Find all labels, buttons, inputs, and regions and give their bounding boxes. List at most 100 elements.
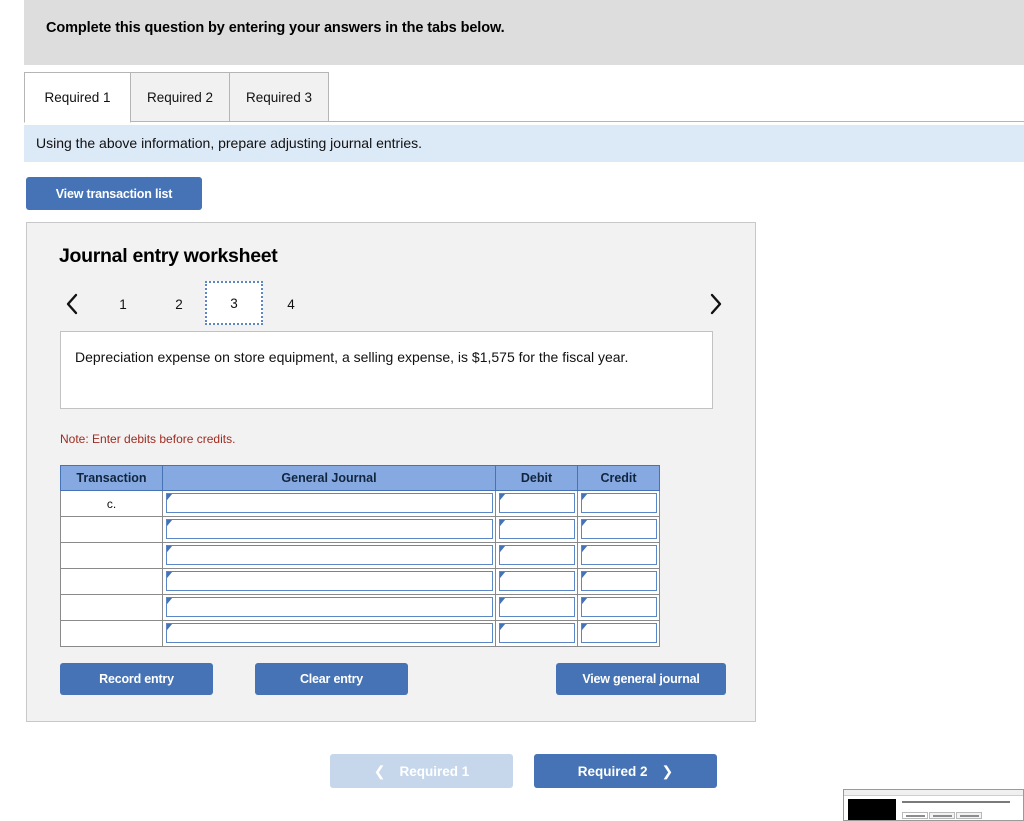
transaction-label-cell: [60, 542, 163, 569]
table-row: [60, 594, 660, 621]
view-transaction-list-button[interactable]: View transaction list: [26, 177, 202, 210]
journal-entry-worksheet-panel: Journal entry worksheet 1 2 3 4 Deprecia…: [26, 222, 756, 722]
chevron-right-icon[interactable]: [703, 287, 729, 321]
credit-input[interactable]: [581, 493, 657, 513]
general-journal-input[interactable]: [166, 571, 493, 591]
chevron-left-icon[interactable]: [59, 287, 85, 321]
info-bar-text: Using the above information, prepare adj…: [36, 135, 423, 151]
instruction-banner-text: Complete this question by entering your …: [46, 20, 505, 36]
general-journal-cell: [162, 620, 496, 647]
credit-cell: [577, 542, 660, 569]
pip-mini-tab-1: [902, 812, 928, 819]
transaction-label-cell: [60, 568, 163, 595]
table-row: [60, 542, 660, 569]
general-journal-cell: [162, 516, 496, 543]
debit-input[interactable]: [499, 571, 575, 591]
tab-required-2[interactable]: Required 2: [130, 72, 230, 122]
pip-mini-tab-3: [956, 812, 982, 819]
worksheet-page-4-label: 4: [287, 296, 295, 312]
worksheet-page-1[interactable]: 1: [105, 284, 141, 324]
worksheet-pager: 1 2 3 4: [57, 281, 727, 327]
worksheet-page-2[interactable]: 2: [161, 284, 197, 324]
credit-cell: [577, 568, 660, 595]
pip-mini-tab-2: [929, 812, 955, 819]
transaction-label-cell: [60, 594, 163, 621]
table-row: [60, 516, 660, 543]
column-header-transaction: Transaction: [60, 465, 163, 491]
column-header-debit: Debit: [495, 465, 578, 491]
credit-input[interactable]: [581, 571, 657, 591]
table-row: c.: [60, 490, 660, 517]
worksheet-page-4[interactable]: 4: [273, 284, 309, 324]
tab-required-1[interactable]: Required 1: [24, 72, 131, 123]
transaction-label-cell: [60, 516, 163, 543]
pip-video-thumbnail: [848, 799, 896, 820]
general-journal-cell: [162, 594, 496, 621]
credit-cell: [577, 490, 660, 517]
general-journal-input[interactable]: [166, 623, 493, 643]
next-required-2-label: Required 2: [577, 763, 648, 779]
general-journal-cell: [162, 542, 496, 569]
next-required-2-button[interactable]: Required 2 ❯: [534, 754, 717, 788]
debit-input[interactable]: [499, 519, 575, 539]
credit-input[interactable]: [581, 597, 657, 617]
transaction-label-cell: [60, 620, 163, 647]
journal-entry-table: Transaction General Journal Debit Credit…: [60, 465, 660, 647]
credit-cell: [577, 516, 660, 543]
table-row: [60, 568, 660, 595]
debit-cell: [495, 568, 578, 595]
info-bar: Using the above information, prepare adj…: [24, 125, 1024, 162]
instruction-banner: Complete this question by entering your …: [24, 0, 1024, 65]
worksheet-page-3[interactable]: 3: [205, 281, 263, 325]
debit-input[interactable]: [499, 623, 575, 643]
table-header-row: Transaction General Journal Debit Credit: [60, 465, 660, 491]
general-journal-cell: [162, 490, 496, 517]
general-journal-cell: [162, 568, 496, 595]
chevron-right-icon: ❯: [661, 762, 674, 779]
table-row: [60, 620, 660, 647]
general-journal-input[interactable]: [166, 597, 493, 617]
worksheet-title: Journal entry worksheet: [59, 245, 278, 267]
debit-input[interactable]: [499, 545, 575, 565]
credit-input[interactable]: [581, 623, 657, 643]
debit-cell: [495, 594, 578, 621]
question-box: Depreciation expense on store equipment,…: [60, 331, 713, 409]
transaction-label-cell: c.: [60, 490, 163, 517]
record-entry-button[interactable]: Record entry: [60, 663, 213, 695]
worksheet-page-2-label: 2: [175, 296, 183, 312]
column-header-general-journal: General Journal: [162, 465, 496, 491]
clear-entry-button[interactable]: Clear entry: [255, 663, 408, 695]
chevron-left-icon: ❮: [373, 762, 386, 779]
debit-cell: [495, 516, 578, 543]
question-text: Depreciation expense on store equipment,…: [75, 349, 629, 365]
credit-cell: [577, 620, 660, 647]
debits-before-credits-note: Note: Enter debits before credits.: [60, 432, 236, 446]
debit-cell: [495, 620, 578, 647]
debit-cell: [495, 542, 578, 569]
credit-cell: [577, 594, 660, 621]
worksheet-page-1-label: 1: [119, 296, 127, 312]
debit-cell: [495, 490, 578, 517]
required-tabs: Required 1 Required 2 Required 3: [24, 72, 1024, 123]
worksheet-page-3-label: 3: [230, 295, 238, 311]
debit-input[interactable]: [499, 493, 575, 513]
picture-in-picture-preview[interactable]: [843, 789, 1024, 821]
column-header-credit: Credit: [577, 465, 660, 491]
prev-required-1-label: Required 1: [399, 763, 470, 779]
page-root: Complete this question by entering your …: [0, 0, 1024, 821]
tab-required-3-label: Required 3: [245, 89, 313, 105]
pip-titlebar: [844, 790, 1023, 796]
prev-required-1-button[interactable]: ❮ Required 1: [330, 754, 513, 788]
tab-required-1-label: Required 1: [44, 90, 111, 105]
credit-input[interactable]: [581, 545, 657, 565]
tab-required-3[interactable]: Required 3: [229, 72, 329, 122]
general-journal-input[interactable]: [166, 519, 493, 539]
view-general-journal-button[interactable]: View general journal: [556, 663, 726, 695]
general-journal-input[interactable]: [166, 493, 493, 513]
tab-required-2-label: Required 2: [146, 89, 214, 105]
tabs-underline: [24, 121, 1024, 122]
pip-banner-line: [902, 801, 1010, 803]
debit-input[interactable]: [499, 597, 575, 617]
credit-input[interactable]: [581, 519, 657, 539]
general-journal-input[interactable]: [166, 545, 493, 565]
